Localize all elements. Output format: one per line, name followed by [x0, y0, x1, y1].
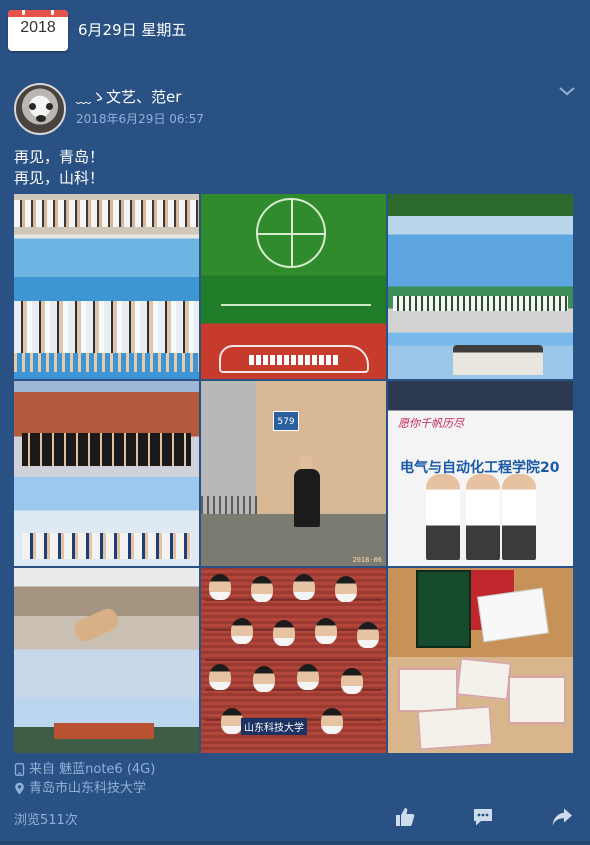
- calendar-year: 2018: [20, 18, 56, 36]
- comment-icon[interactable]: [472, 806, 494, 828]
- username[interactable]: ﹏ゝ文艺、范er: [76, 86, 181, 107]
- building-number-sign: 579: [273, 411, 299, 431]
- divider: [0, 841, 590, 845]
- post-text-line: 再见，青岛！: [14, 148, 105, 166]
- view-count: 浏览511次: [14, 813, 78, 828]
- photo-thumbnail[interactable]: [14, 194, 199, 379]
- banner-slogan: 愿你千帆历尽: [398, 417, 464, 430]
- post-header: ﹏ゝ文艺、范er 2018年6月29日 06:57: [14, 83, 576, 135]
- date-label: 6月29日 星期五: [78, 20, 187, 39]
- photo-grid: 579 2018-06 愿你千帆历尽 电气与自动化工程学院20 山东科技大学: [14, 194, 574, 753]
- post-timestamp: 2018年6月29日 06:57: [76, 112, 204, 126]
- device-row: 来自 魅蓝note6 (4G): [14, 760, 155, 779]
- photo-thumbnail[interactable]: [388, 194, 573, 379]
- university-name-label: 山东科技大学: [241, 718, 307, 735]
- post-text: 再见，青岛！ 再见，山科！: [14, 147, 104, 189]
- photo-thumbnail[interactable]: [14, 568, 199, 753]
- location-row[interactable]: 青岛市山东科技大学: [14, 779, 155, 798]
- post-meta: 来自 魅蓝note6 (4G) 青岛市山东科技大学: [14, 760, 155, 798]
- photo-date-stamp: 2018-06: [352, 556, 382, 564]
- location-pin-icon: [15, 782, 24, 795]
- building-number: 579: [277, 417, 295, 427]
- chevron-down-icon[interactable]: [558, 84, 576, 98]
- like-icon[interactable]: [394, 806, 416, 828]
- date-header: 2018 6月29日 星期五: [8, 8, 186, 52]
- photo-thumbnail[interactable]: [388, 568, 573, 753]
- phone-icon: [14, 763, 25, 776]
- device-label: 来自 魅蓝note6 (4G): [29, 762, 156, 777]
- photo-thumbnail[interactable]: 愿你千帆历尽 电气与自动化工程学院20: [388, 381, 573, 566]
- calendar-icon: 2018: [8, 9, 68, 51]
- avatar[interactable]: [14, 83, 66, 135]
- post-text-line: 再见，山科！: [14, 169, 105, 187]
- post-footer: 浏览511次: [14, 806, 576, 830]
- location-label[interactable]: 青岛市山东科技大学: [29, 779, 146, 798]
- photo-thumbnail[interactable]: [201, 194, 386, 379]
- photo-thumbnail[interactable]: [14, 381, 199, 566]
- photo-thumbnail[interactable]: 山东科技大学: [201, 568, 386, 753]
- share-icon[interactable]: [551, 806, 573, 828]
- photo-thumbnail[interactable]: 579 2018-06: [201, 381, 386, 566]
